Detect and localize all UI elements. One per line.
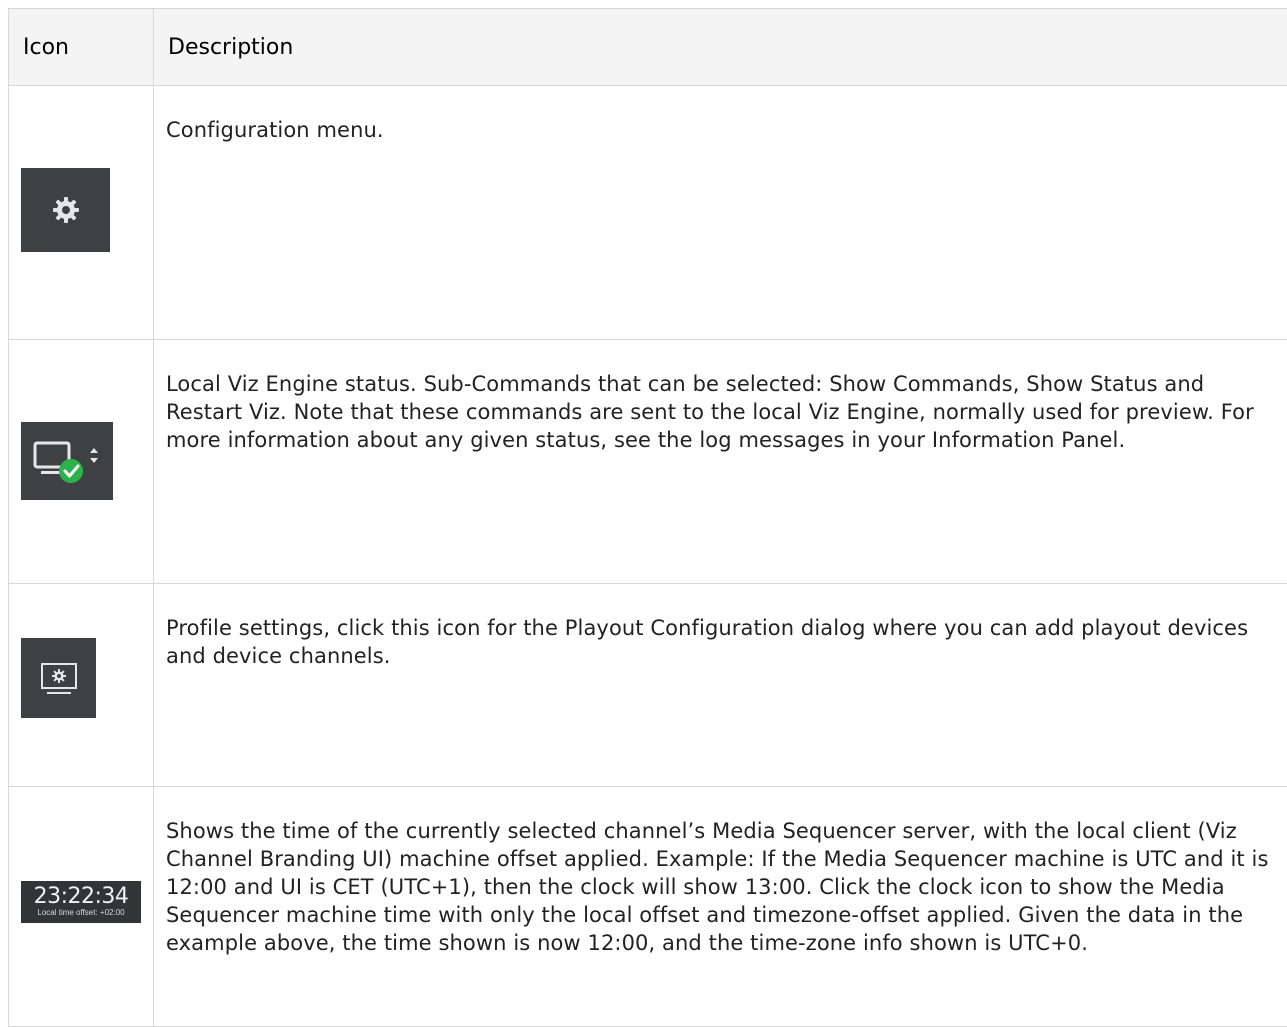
description-cell: Local Viz Engine status. Sub-Commands th… — [154, 340, 1287, 584]
icon-cell — [9, 340, 154, 584]
description-cell: Configuration menu. — [154, 86, 1287, 340]
icon-cell — [9, 86, 154, 340]
table-row: 23:22:34 Local time offset: +02:00 Shows… — [9, 787, 1287, 1027]
icon-cell: 23:22:34 Local time offset: +02:00 — [9, 787, 154, 1027]
description-column-header: Description — [154, 9, 1287, 86]
icon-column-header: Icon — [9, 9, 154, 86]
table-row: Local Viz Engine status. Sub-Commands th… — [9, 340, 1287, 584]
profile-settings-icon[interactable] — [21, 638, 96, 718]
description-cell: Shows the time of the currently selected… — [154, 787, 1287, 1027]
table-row: Configuration menu. — [9, 86, 1287, 340]
viz-engine-status-icon[interactable] — [21, 422, 113, 500]
clock-time: 23:22:34 — [34, 886, 129, 908]
description-cell: Profile settings, click this icon for th… — [154, 584, 1287, 787]
clock-icon[interactable]: 23:22:34 Local time offset: +02:00 — [21, 881, 141, 923]
icon-description-table: Icon Description — [8, 8, 1287, 1027]
gear-icon[interactable] — [21, 168, 110, 252]
table-header-row: Icon Description — [9, 9, 1287, 86]
table-row: Profile settings, click this icon for th… — [9, 584, 1287, 787]
clock-offset-label: Local time offset: +02:00 — [37, 908, 124, 918]
icon-cell — [9, 584, 154, 787]
